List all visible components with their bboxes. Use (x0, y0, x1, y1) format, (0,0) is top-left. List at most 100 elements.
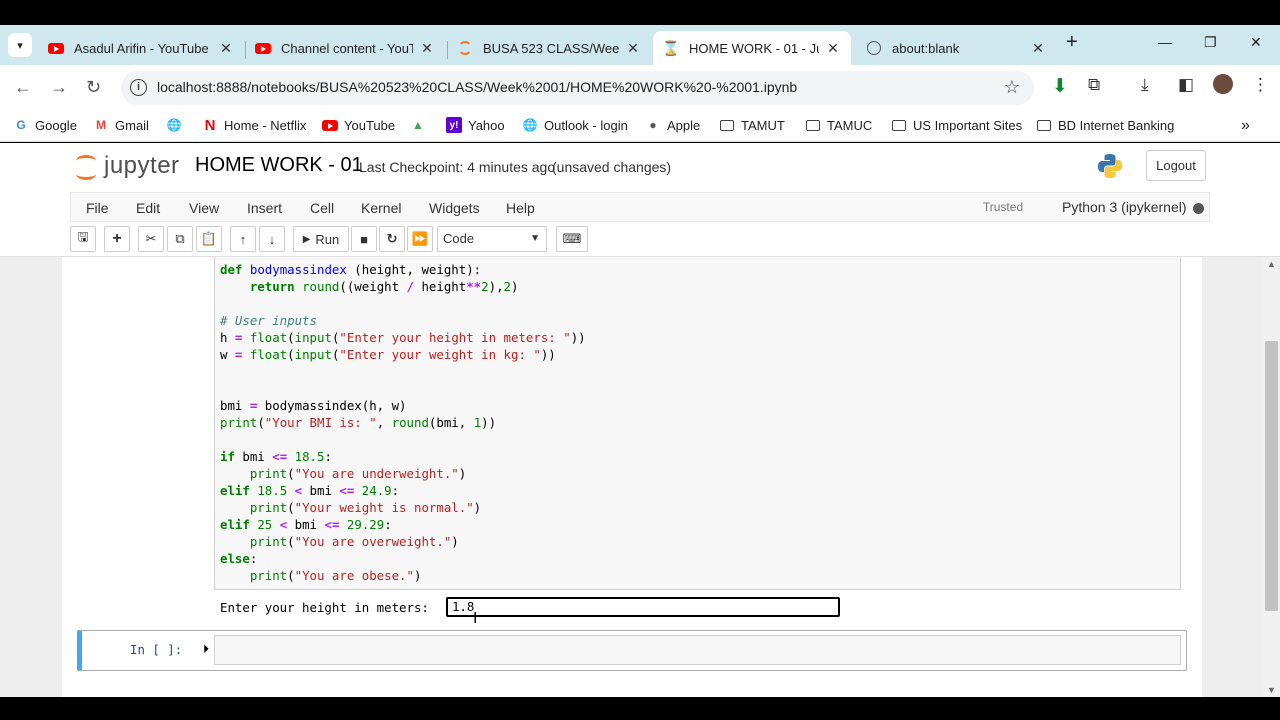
menu-file[interactable]: File (86, 200, 109, 216)
url-text: localhost:8888/notebooks/BUSA%20523%20CL… (157, 79, 798, 95)
site-info-icon[interactable]: i (130, 79, 147, 96)
bookmark-folder-bd-banking[interactable]: BD Internet Banking (1036, 117, 1174, 133)
tab-busa-523[interactable]: BUSA 523 CLASS/Week 01 ✕ (447, 31, 651, 65)
new-tab-button[interactable]: + (1066, 31, 1078, 54)
restore-button[interactable]: ❐ (1204, 34, 1217, 51)
bookmark-label: TAMUT (741, 117, 785, 133)
menu-help[interactable]: Help (506, 200, 535, 216)
stdin-input-field[interactable]: 1.8 (446, 597, 840, 617)
bookmark-outlook[interactable]: 🌐 Outlook - login (522, 117, 628, 133)
scroll-down-arrow-icon[interactable]: ▼ (1267, 685, 1276, 695)
side-panel-icon[interactable]: ◧ (1178, 75, 1194, 95)
tab-asadul-arifin[interactable]: Asadul Arifin - YouTube ✕ (38, 31, 244, 65)
close-icon[interactable]: ✕ (625, 40, 641, 57)
menu-kebab-icon[interactable]: ⋮ (1252, 75, 1269, 95)
bookmark-apple[interactable]: ● Apple (645, 117, 700, 133)
run-cell-icon[interactable]: ⏵ (203, 642, 209, 657)
youtube-icon (48, 40, 64, 56)
jupyter-logo[interactable]: jupyter (76, 152, 180, 180)
more-bookmarks-chevron-icon[interactable]: » (1241, 117, 1250, 135)
bookmark-label: Outlook - login (544, 117, 628, 133)
page-scrollbar[interactable]: ▲ ▼ (1263, 257, 1280, 697)
run-button[interactable]: ▶ Run (293, 226, 349, 252)
bookmark-netflix[interactable]: N Home - Netflix (202, 117, 307, 134)
tab-title: BUSA 523 CLASS/Week 01 (483, 40, 619, 56)
save-icon[interactable]: 🖫 (70, 226, 96, 252)
profile-avatar[interactable] (1213, 74, 1233, 94)
paste-icon[interactable]: 📋 (196, 226, 222, 252)
scroll-up-arrow-icon[interactable]: ▲ (1267, 259, 1276, 269)
stop-square-icon[interactable]: ■ (351, 226, 377, 252)
forward-button[interactable]: → (50, 77, 68, 98)
tab-search-button[interactable]: ▾ (8, 33, 32, 57)
close-icon[interactable]: ✕ (419, 40, 435, 57)
tab-home-work[interactable]: ⌛ HOME WORK - 01 - Jupyter ✕ (653, 31, 851, 65)
run-label: Run (315, 231, 340, 247)
scrollbar-thumb[interactable] (1265, 341, 1278, 611)
bookmark-label: Apple (667, 117, 701, 133)
insert-cell-plus-icon[interactable]: + (104, 226, 130, 252)
code-cell-input[interactable]: def bodymassindex (height, weight): retu… (214, 257, 1181, 590)
bookmark-drive[interactable]: ▲ (410, 117, 432, 133)
bookmark-gmail[interactable]: M Gmail (93, 117, 149, 133)
kernel-name[interactable]: Python 3 (ipykernel) (1062, 199, 1187, 215)
close-icon[interactable]: ✕ (825, 40, 841, 57)
jupyter-logo-text: jupyter (104, 152, 180, 179)
bookmark-google[interactable]: G Google (13, 117, 77, 133)
close-icon[interactable]: ✕ (1030, 40, 1046, 57)
notebook-name[interactable]: HOME WORK - 01 (195, 154, 363, 177)
menu-cell[interactable]: Cell (310, 200, 334, 216)
menu-kernel[interactable]: Kernel (361, 200, 401, 216)
tab-channel-content[interactable]: Channel content - YouTube ✕ (245, 31, 445, 65)
youtube-icon (255, 40, 271, 56)
bookmark-star-icon[interactable]: ☆ (1004, 77, 1020, 98)
run-play-icon: ▶ (302, 233, 311, 245)
command-palette-keyboard-icon[interactable]: ⌨ (556, 226, 588, 252)
folder-icon (805, 117, 821, 133)
menu-insert[interactable]: Insert (247, 200, 282, 216)
drive-icon: ▲ (412, 118, 424, 132)
close-icon[interactable]: ✕ (218, 40, 234, 57)
reload-button[interactable]: ↻ (86, 77, 101, 98)
tab-about-blank[interactable]: about:blank ✕ (856, 31, 1056, 65)
code-editor[interactable]: def bodymassindex (height, weight): retu… (220, 261, 586, 584)
restart-run-all-icon[interactable]: ⏩ (407, 226, 433, 252)
copy-icon[interactable]: ⧉ (167, 226, 193, 252)
google-icon: G (16, 118, 26, 132)
move-down-arrow-icon[interactable]: ↓ (259, 226, 285, 252)
folder-icon (891, 117, 907, 133)
jupyter-page: jupyter HOME WORK - 01 Last Checkpoint: … (0, 143, 1280, 697)
bookmark-yahoo[interactable]: y! Yahoo (446, 117, 505, 133)
menu-edit[interactable]: Edit (136, 200, 160, 216)
move-up-arrow-icon[interactable]: ↑ (230, 226, 256, 252)
apple-icon: ● (649, 118, 657, 132)
top-letterbox (0, 0, 1280, 25)
bookmark-folder-tamut[interactable]: TAMUT (719, 117, 785, 133)
bookmark-youtube[interactable]: YouTube (322, 117, 395, 133)
empty-code-editor[interactable] (214, 635, 1181, 665)
address-bar[interactable]: i localhost:8888/notebooks/BUSA%20523%20… (121, 71, 1034, 105)
back-button[interactable]: ← (14, 77, 32, 98)
gmail-icon: M (96, 118, 106, 132)
cell-type-select[interactable]: Code ▼ (437, 226, 547, 252)
logout-button[interactable]: Logout (1146, 150, 1206, 181)
bookmark-label: US Important Sites (913, 117, 1023, 133)
minimize-button[interactable]: — (1158, 34, 1172, 50)
bookmark-folder-us-sites[interactable]: US Important Sites (891, 117, 1022, 133)
tab-title: Asadul Arifin - YouTube (74, 40, 209, 56)
close-window-button[interactable]: ✕ (1250, 34, 1262, 51)
extensions-icon[interactable]: ⧉ (1088, 75, 1100, 95)
cut-icon[interactable]: ✂ (138, 226, 164, 252)
trusted-indicator[interactable]: Trusted (976, 197, 1030, 217)
download-arrow-icon[interactable]: ⬇ (1052, 75, 1068, 98)
globe-icon: 🌐 (166, 118, 182, 132)
downloads-icon[interactable]: ⤓ (1141, 75, 1149, 95)
empty-code-cell[interactable]: In [ ]: ⏵ (77, 630, 1187, 671)
bookmark-globe[interactable]: 🌐 (166, 117, 188, 133)
restart-icon[interactable]: ↻ (379, 226, 405, 252)
tab-title: HOME WORK - 01 - Jupyter (689, 40, 819, 56)
menu-widgets[interactable]: Widgets (429, 200, 480, 216)
menu-view[interactable]: View (189, 200, 219, 216)
bookmark-label: Home - Netflix (224, 117, 307, 133)
bookmark-folder-tamuc[interactable]: TAMUC (805, 117, 872, 133)
